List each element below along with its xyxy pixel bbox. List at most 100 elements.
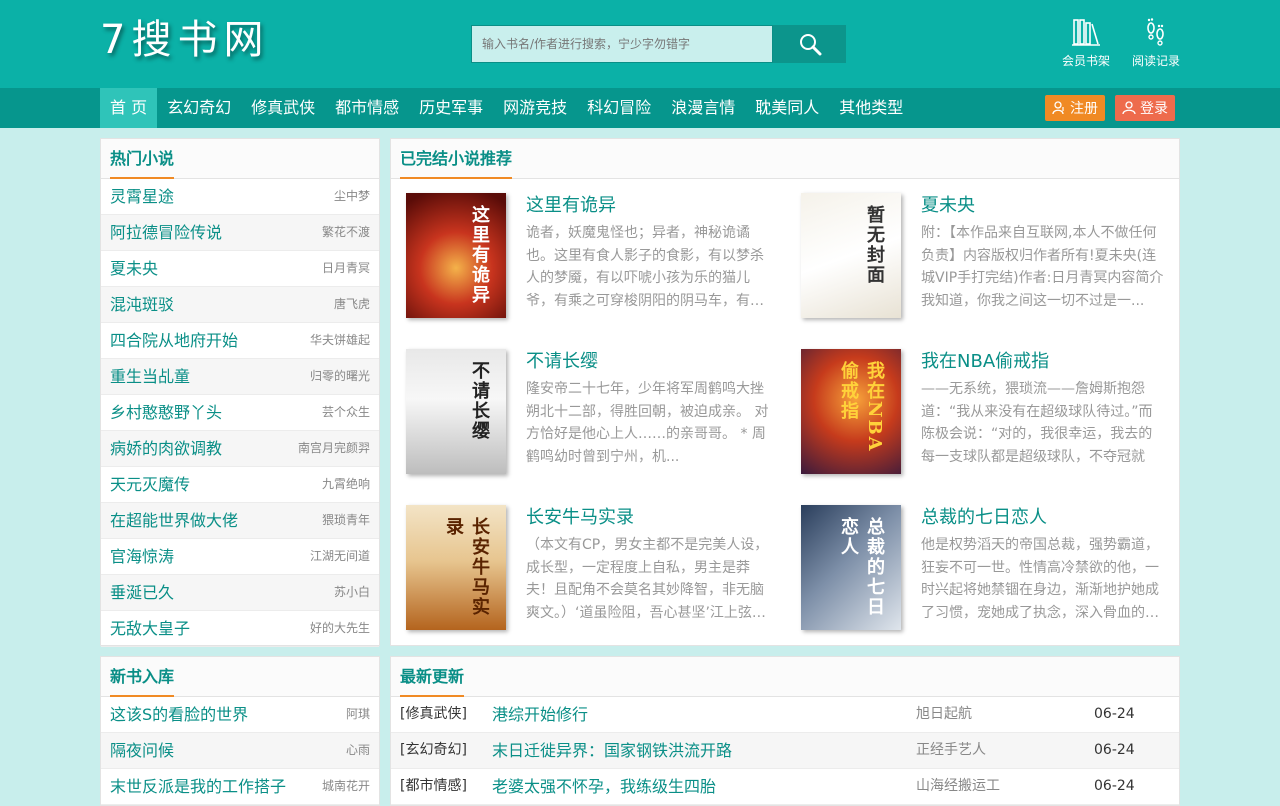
list-item: 在超能世界做大佬 猥琐青年 xyxy=(101,503,379,539)
novel-author: 芸个众生 xyxy=(321,405,370,419)
list-item: 无敌大皇子 好的大先生 xyxy=(101,611,379,647)
novel-author: 猥琐青年 xyxy=(321,513,370,527)
novel-author: 华夫饼雄起 xyxy=(309,333,370,347)
nav-item-wuxia[interactable]: 修真武侠 xyxy=(241,88,325,128)
book-cover-text: 这里有诡异 xyxy=(469,205,490,305)
row-author: 正经手艺人 xyxy=(916,742,986,758)
novel-author: 归零的曙光 xyxy=(309,369,370,383)
list-item: 病娇的肉欲调教 南宫月完颜羿 xyxy=(101,431,379,467)
book-cover[interactable]: 我在NBA偷戒指 xyxy=(801,349,901,474)
register-button[interactable]: 注册 xyxy=(1045,95,1105,121)
row-title-link[interactable]: 末日迁徙异界：国家钢铁洪流开路 xyxy=(492,733,732,768)
row-category[interactable]: [玄幻奇幻] xyxy=(400,733,467,768)
row-author: 山海经搬运工 xyxy=(916,778,1000,794)
login-button[interactable]: 登录 xyxy=(1115,95,1175,121)
nav-item-gaming[interactable]: 网游竞技 xyxy=(493,88,577,128)
nav-item-scifi[interactable]: 科幻冒险 xyxy=(577,88,661,128)
book-title-link[interactable]: 长安牛马实录 xyxy=(526,505,771,531)
novel-title-link[interactable]: 阿拉德冒险传说 xyxy=(110,215,222,250)
nav-item-romance[interactable]: 浪漫言情 xyxy=(661,88,745,128)
novel-title-link[interactable]: 隔夜问候 xyxy=(110,733,174,768)
bookshelf-icon xyxy=(1072,19,1100,46)
book-title-link[interactable]: 这里有诡异 xyxy=(526,193,771,219)
list-item: 这该S的看脸的世界 阿琪 xyxy=(101,697,379,733)
novel-author: 九霄绝响 xyxy=(321,477,370,491)
novel-title-link[interactable]: 天元灭魔传 xyxy=(110,467,190,502)
novel-title-link[interactable]: 垂涎已久 xyxy=(110,575,174,610)
book-cover[interactable]: 暂无封面 xyxy=(801,193,901,318)
book-card: 我在NBA偷戒指 我在NBA偷戒指 ——无系统，猥琐流——詹姆斯抱怨道：“我从来没有… xyxy=(801,349,1176,479)
book-info: 我在NBA偷戒指 ——无系统，猥琐流——詹姆斯抱怨道：“我从来没有在超级球队待过。… xyxy=(921,349,1166,468)
register-label: 注册 xyxy=(1070,101,1098,117)
book-cover-text: 长安牛马实录 xyxy=(443,517,490,617)
book-info: 夏未央 附：【本作品来自互联网,本人不做任何负责】内容版权归作者所有!夏未央(连城… xyxy=(921,193,1166,312)
nav-item-home[interactable]: 首 页 xyxy=(100,88,158,128)
book-info: 总裁的七日恋人 他是权势滔天的帝国总裁，强势霸道，狂妄不可一世。性情高冷禁欲的他，… xyxy=(921,505,1166,624)
nav-item-urban[interactable]: 都市情感 xyxy=(325,88,409,128)
new-books-list: 这该S的看脸的世界 阿琪隔夜问候 心雨 末世反派是我的工作搭子 城南花开 xyxy=(101,697,379,805)
search-bar xyxy=(471,25,846,63)
book-cover[interactable]: 不请长缨 xyxy=(406,349,506,474)
row-date: 06-24 xyxy=(1094,706,1135,722)
novel-author: 唐飞虎 xyxy=(333,297,370,311)
site-logo[interactable]: 7搜书网 xyxy=(100,14,269,66)
list-item: 重生当乩童 归零的曙光 xyxy=(101,359,379,395)
register-user-icon xyxy=(1052,101,1064,115)
novel-title-link[interactable]: 无敌大皇子 xyxy=(110,611,190,646)
novel-title-link[interactable]: 官海惊涛 xyxy=(110,539,174,574)
novel-title-link[interactable]: 混沌斑驳 xyxy=(110,287,174,322)
nav-item-history[interactable]: 历史军事 xyxy=(409,88,493,128)
novel-title-link[interactable]: 夏未央 xyxy=(110,251,158,286)
book-card: 这里有诡异 这里有诡异 诡者，妖魔鬼怪也；异者，神秘诡谲也。这里有食人影子的食影，有… xyxy=(406,193,781,323)
book-cover[interactable]: 这里有诡异 xyxy=(406,193,506,318)
novel-title-link[interactable]: 病娇的肉欲调教 xyxy=(110,431,222,466)
hot-novels-header: 热门小说 xyxy=(101,139,379,179)
search-button[interactable] xyxy=(773,25,846,63)
book-title-link[interactable]: 不请长缨 xyxy=(526,349,771,375)
new-books-title: 新书入库 xyxy=(110,657,175,697)
novel-title-link[interactable]: 灵霄星途 xyxy=(110,179,174,214)
row-category[interactable]: [修真武侠] xyxy=(400,697,467,732)
latest-updates-list: [修真武侠] 港综开始修行 旭日起航 06-24 [玄幻奇幻] 末日迁徙异界：国家钢铁洪流… xyxy=(391,697,1179,805)
row-title-link[interactable]: 老婆太强不怀孕，我练级生四胎 xyxy=(492,769,716,804)
list-item: 灵霄星途 尘中梦 xyxy=(101,179,379,215)
row-category[interactable]: [都市情感] xyxy=(400,769,467,804)
bookshelf-label: 会员书架 xyxy=(1062,54,1111,68)
hot-novels-panel: 热门小说 灵霄星途 尘中梦 阿拉德冒险传说 繁花不渡 夏未央 日月青冥 混沌斑驳 唐飞虎 四合院… xyxy=(100,138,380,647)
list-item: 垂涎已久 苏小白 xyxy=(101,575,379,611)
search-icon xyxy=(799,34,821,56)
reading-history-label: 阅读记录 xyxy=(1132,54,1181,68)
latest-updates-panel: 最新更新 [修真武侠] 港综开始修行 旭日起航 06-24 [玄幻奇幻] 末日迁徙异界：国… xyxy=(390,656,1180,806)
book-title-link[interactable]: 夏未央 xyxy=(921,193,1166,219)
reading-history-link[interactable]: 阅读记录 xyxy=(1132,16,1180,69)
list-item: 天元灭魔传 九霄绝响 xyxy=(101,467,379,503)
completed-novels-header: 已完结小说推荐 xyxy=(391,139,1179,179)
book-title-link[interactable]: 我在NBA偷戒指 xyxy=(921,349,1166,375)
book-card: 暂无封面 夏未央 附：【本作品来自互联网,本人不做任何负责】内容版权归作者所有!夏未… xyxy=(801,193,1176,323)
novel-title-link[interactable]: 这该S的看脸的世界 xyxy=(110,697,248,732)
book-cover[interactable]: 总裁的七日恋人 xyxy=(801,505,901,630)
new-books-header: 新书入库 xyxy=(101,657,379,697)
novel-title-link[interactable]: 末世反派是我的工作搭子 xyxy=(110,769,286,804)
search-input[interactable] xyxy=(471,25,773,63)
nav-item-danmei[interactable]: 耽美同人 xyxy=(745,88,829,128)
novel-title-link[interactable]: 乡村憨憨野丫头 xyxy=(110,395,222,430)
latest-updates-title: 最新更新 xyxy=(400,657,465,697)
table-row: [玄幻奇幻] 末日迁徙异界：国家钢铁洪流开路 正经手艺人 06-24 xyxy=(391,733,1179,769)
novel-title-link[interactable]: 在超能世界做大佬 xyxy=(110,503,238,538)
row-title-link[interactable]: 港综开始修行 xyxy=(492,697,588,732)
book-cover[interactable]: 长安牛马实录 xyxy=(406,505,506,630)
novel-author: 日月青冥 xyxy=(321,261,370,275)
list-item: 隔夜问候 心雨 xyxy=(101,733,379,769)
novel-author: 城南花开 xyxy=(321,779,370,793)
book-card: 总裁的七日恋人 总裁的七日恋人 他是权势滔天的帝国总裁，强势霸道，狂妄不可一世。性情… xyxy=(801,505,1176,635)
latest-updates-header: 最新更新 xyxy=(391,657,1179,697)
novel-title-link[interactable]: 重生当乩童 xyxy=(110,359,190,394)
book-title-link[interactable]: 总裁的七日恋人 xyxy=(921,505,1166,531)
novel-author: 阿琪 xyxy=(345,707,370,721)
nav-item-fantasy[interactable]: 玄幻奇幻 xyxy=(157,88,241,128)
book-info: 这里有诡异 诡者，妖魔鬼怪也；异者，神秘诡谲也。这里有食人影子的食影，有以梦杀人的… xyxy=(526,193,771,312)
nav-item-other[interactable]: 其他类型 xyxy=(829,88,913,128)
novel-title-link[interactable]: 四合院从地府开始 xyxy=(110,323,238,358)
bookshelf-link[interactable]: 会员书架 xyxy=(1062,16,1110,69)
